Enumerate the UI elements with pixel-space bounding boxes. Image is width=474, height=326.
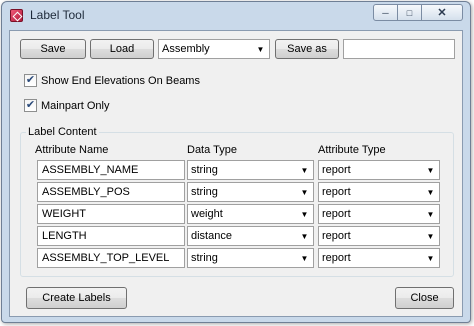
attribute-type-dropdown[interactable]: report ▼ [318,248,440,268]
chevron-down-icon: ▼ [300,209,309,219]
data-type-dropdown[interactable]: string ▼ [187,182,314,202]
chevron-down-icon: ▼ [426,253,435,263]
maximize-icon: □ [406,7,413,18]
save-as-name-input[interactable] [343,39,455,59]
close-icon: ✕ [437,7,447,19]
title-bar[interactable]: Label Tool ─ □ ✕ [2,2,470,28]
data-type-value: string [191,252,218,264]
attribute-name-field[interactable]: ASSEMBLY_POS [37,182,185,202]
app-icon [10,9,23,22]
attribute-type-value: report [322,230,351,242]
data-type-header: Data Type [187,144,237,156]
attribute-name-field[interactable]: WEIGHT [37,204,185,224]
label-content-group: Label Content Attribute Name Data Type A… [20,126,454,277]
chevron-down-icon: ▼ [426,165,435,175]
attribute-type-value: report [322,186,351,198]
label-tool-window: Label Tool ─ □ ✕ Save Load Assembly ▼ Sa… [1,1,471,323]
show-end-elevations-checkbox[interactable]: ✔ [24,74,37,87]
mainpart-only-option[interactable]: ✔ Mainpart Only [24,99,109,112]
create-labels-button[interactable]: Create Labels [26,287,127,309]
preset-dropdown[interactable]: Assembly ▼ [158,39,270,59]
attribute-name-header: Attribute Name [35,144,109,156]
mainpart-only-checkbox[interactable]: ✔ [24,99,37,112]
check-icon: ✔ [25,99,36,111]
mainpart-only-label: Mainpart Only [41,99,110,112]
attribute-name-field[interactable]: ASSEMBLY_NAME [37,160,185,180]
show-end-elevations-label: Show End Elevations On Beams [41,74,200,87]
chevron-down-icon: ▼ [300,187,309,197]
preset-value: Assembly [162,43,210,55]
attribute-type-value: report [322,252,351,264]
attribute-type-dropdown[interactable]: report ▼ [318,226,440,246]
show-end-elevations-option[interactable]: ✔ Show End Elevations On Beams [24,74,200,87]
attribute-name-field[interactable]: ASSEMBLY_TOP_LEVEL [37,248,185,268]
data-type-dropdown[interactable]: distance ▼ [187,226,314,246]
attribute-type-value: report [322,208,351,220]
chevron-down-icon: ▼ [426,209,435,219]
load-button[interactable]: Load [90,39,154,59]
attribute-type-dropdown[interactable]: report ▼ [318,204,440,224]
window-title: Label Tool [30,8,85,22]
attribute-type-value: report [322,164,351,176]
chevron-down-icon: ▼ [300,165,309,175]
close-button[interactable]: Close [395,287,454,309]
data-type-dropdown[interactable]: string ▼ [187,160,314,180]
chevron-down-icon: ▼ [300,253,309,263]
chevron-down-icon: ▼ [300,231,309,241]
maximize-button[interactable]: □ [398,4,422,21]
label-content-legend: Label Content [26,126,99,138]
chevron-down-icon: ▼ [256,44,265,54]
data-type-value: string [191,186,218,198]
data-type-value: distance [191,230,232,242]
check-icon: ✔ [25,74,36,86]
attribute-type-dropdown[interactable]: report ▼ [318,160,440,180]
data-type-dropdown[interactable]: weight ▼ [187,204,314,224]
save-button[interactable]: Save [20,39,86,59]
chevron-down-icon: ▼ [426,187,435,197]
dialog-body: Save Load Assembly ▼ Save as ✔ Show End … [9,30,463,317]
close-window-button[interactable]: ✕ [422,4,463,21]
data-type-value: weight [191,208,223,220]
attribute-name-field[interactable]: LENGTH [37,226,185,246]
data-type-value: string [191,164,218,176]
save-as-button[interactable]: Save as [275,39,339,59]
attribute-type-dropdown[interactable]: report ▼ [318,182,440,202]
attribute-type-header: Attribute Type [318,144,386,156]
minimize-button[interactable]: ─ [373,4,398,21]
window-controls: ─ □ ✕ [373,4,463,21]
data-type-dropdown[interactable]: string ▼ [187,248,314,268]
chevron-down-icon: ▼ [426,231,435,241]
minimize-icon: ─ [382,7,389,18]
